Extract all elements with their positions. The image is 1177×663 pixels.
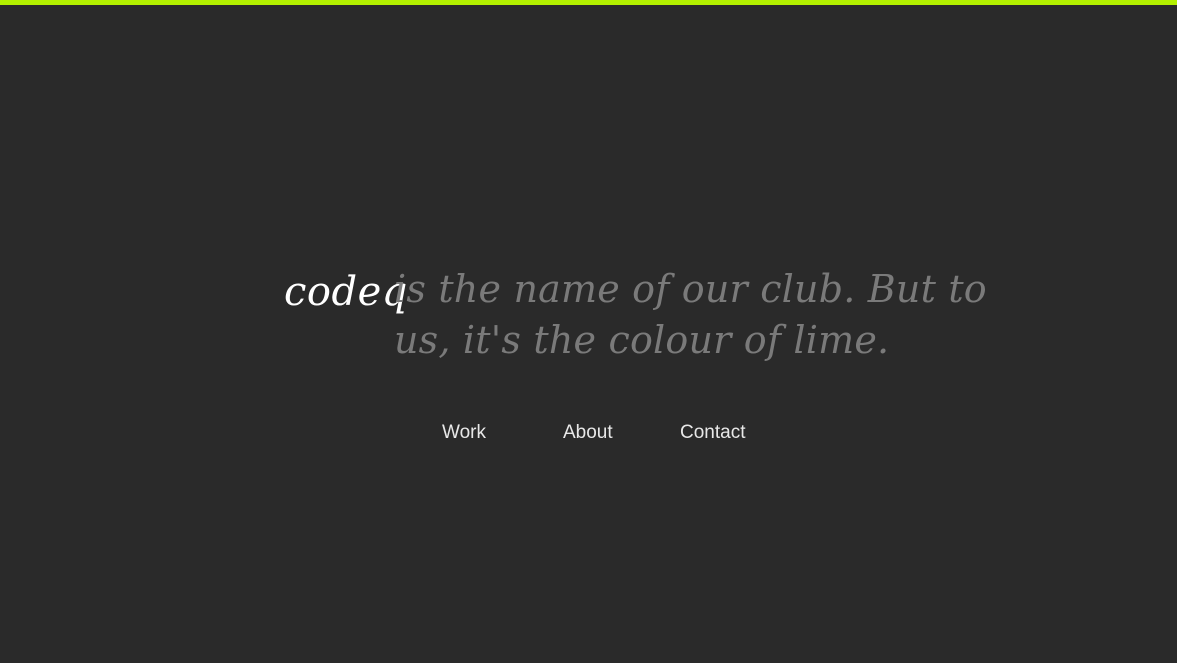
hero-section: codeq is the name of our club. But to us… xyxy=(0,0,1177,663)
nav-link-contact[interactable]: Contact xyxy=(680,420,745,446)
nav-link-work[interactable]: Work xyxy=(442,420,486,446)
nav-link-about[interactable]: About xyxy=(563,420,613,446)
main-navigation: Work About Contact xyxy=(0,420,1177,448)
hero-tagline: is the name of our club. But to us, it's… xyxy=(394,267,987,362)
brand-name: codeq xyxy=(284,269,408,315)
